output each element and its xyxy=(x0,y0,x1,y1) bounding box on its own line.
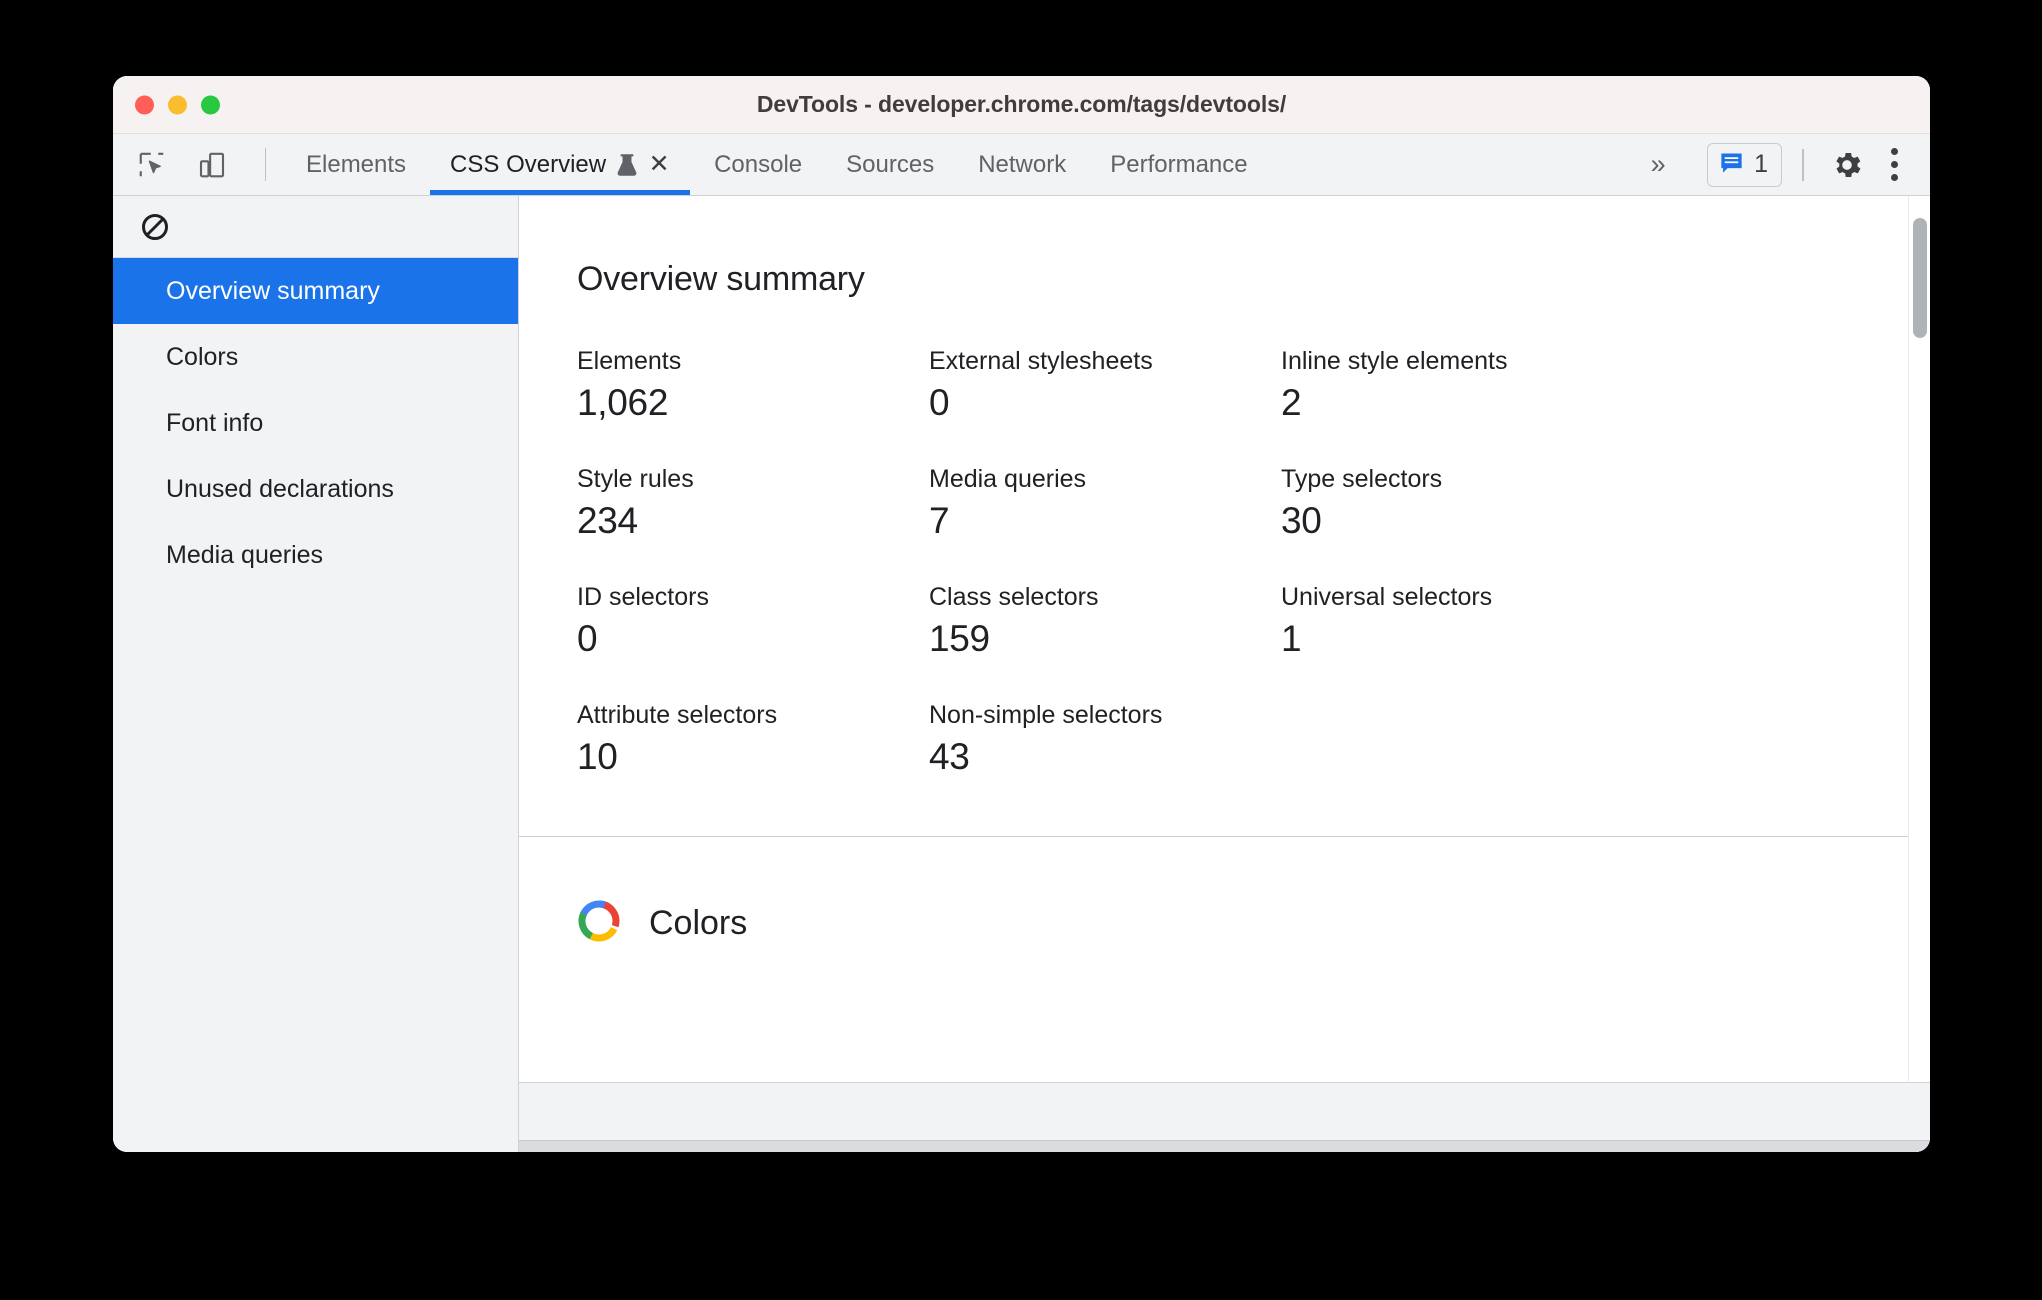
stat-media-queries: Media queries 7 xyxy=(929,465,1281,541)
vertical-scrollbar-thumb[interactable] xyxy=(1913,218,1927,338)
tab-label: CSS Overview xyxy=(450,150,607,178)
device-toolbar-icon[interactable] xyxy=(191,144,233,186)
inspect-cursor-icon[interactable] xyxy=(131,144,173,186)
sidebar-item-label: Media queries xyxy=(166,540,324,569)
stat-label: Non-simple selectors xyxy=(929,700,1163,729)
window-titlebar: DevTools - developer.chrome.com/tags/dev… xyxy=(113,76,1930,134)
stat-value: 1 xyxy=(1281,617,1302,659)
tab-label: Console xyxy=(714,150,803,178)
horizontal-scrollbar-track[interactable] xyxy=(519,1140,1930,1152)
stat-value: 2 xyxy=(1281,382,1302,423)
stat-label: External stylesheets xyxy=(929,347,1153,375)
sidebar-item-label: Colors xyxy=(166,342,239,371)
stat-label: Class selectors xyxy=(929,582,1099,611)
colors-section-header[interactable]: Colors xyxy=(519,837,1930,948)
clear-overview-icon[interactable] xyxy=(135,207,175,247)
tab-elements[interactable]: Elements xyxy=(284,134,428,195)
tab-console[interactable]: Console xyxy=(692,134,824,195)
stat-value: 159 xyxy=(929,617,990,659)
page-title: Overview summary xyxy=(577,260,865,298)
close-tab-button[interactable]: ✕ xyxy=(648,152,670,177)
tab-label: Sources xyxy=(846,150,935,178)
summary-stats-grid: Elements 1,062 External stylesheets 0 In… xyxy=(577,347,1930,776)
sidebar-item-font-info[interactable]: Font info xyxy=(113,390,518,456)
sidebar-item-overview-summary[interactable]: Overview summary xyxy=(113,258,518,324)
window-controls xyxy=(135,95,220,114)
content-scroll-area[interactable]: Overview summary Elements 1,062 External… xyxy=(519,196,1930,1082)
stat-value: 0 xyxy=(577,617,598,659)
overview-summary-section: Overview summary Elements 1,062 External… xyxy=(519,196,1930,830)
sidebar-item-unused-declarations[interactable]: Unused declarations xyxy=(113,456,518,522)
sidebar-item-colors[interactable]: Colors xyxy=(113,324,518,390)
message-count: 1 xyxy=(1754,150,1768,178)
stat-value: 7 xyxy=(929,499,950,541)
stat-value: 234 xyxy=(577,499,638,541)
stat-label: Universal selectors xyxy=(1281,582,1493,611)
toolbar-left-icons xyxy=(113,134,278,195)
css-overview-panel: Overview summary Colors Font info Unused… xyxy=(113,196,1930,1152)
stat-empty-slot xyxy=(1281,701,1930,777)
stat-universal-selectors: Universal selectors 1 xyxy=(1281,583,1930,659)
stat-value: 30 xyxy=(1281,499,1322,541)
stat-value: 1,062 xyxy=(577,382,669,423)
stat-label: Style rules xyxy=(577,464,694,493)
tab-sources[interactable]: Sources xyxy=(824,134,956,195)
stat-value: 10 xyxy=(577,735,618,777)
stat-elements: Elements 1,062 xyxy=(577,347,929,423)
devtools-toolbar: Elements CSS Overview ✕ Console Sources … xyxy=(113,134,1930,196)
toolbar-right-icons: » 1 xyxy=(1633,134,1930,195)
close-window-button[interactable] xyxy=(135,95,154,114)
stat-value: 0 xyxy=(929,382,950,423)
tab-label: Network xyxy=(978,150,1067,178)
experimental-flask-icon xyxy=(616,153,638,177)
tab-performance[interactable]: Performance xyxy=(1088,134,1269,195)
gear-icon[interactable] xyxy=(1824,142,1870,188)
zoom-window-button[interactable] xyxy=(201,95,220,114)
stat-label: Media queries xyxy=(929,464,1087,493)
stat-external-stylesheets: External stylesheets 0 xyxy=(929,347,1281,423)
tab-label: Elements xyxy=(306,150,407,178)
stat-class-selectors: Class selectors 159 xyxy=(929,583,1281,659)
stat-style-rules: Style rules 234 xyxy=(577,465,929,541)
stat-value: 43 xyxy=(929,735,970,777)
css-overview-sidebar: Overview summary Colors Font info Unused… xyxy=(113,196,519,1152)
sidebar-item-media-queries[interactable]: Media queries xyxy=(113,522,518,588)
tab-label: Performance xyxy=(1110,150,1248,178)
stat-label: ID selectors xyxy=(577,582,709,611)
stat-attribute-selectors: Attribute selectors 10 xyxy=(577,701,929,777)
tab-css-overview[interactable]: CSS Overview ✕ xyxy=(428,134,692,195)
stat-non-simple-selectors: Non-simple selectors 43 xyxy=(929,701,1281,777)
color-wheel-icon xyxy=(577,899,621,948)
message-count-badge[interactable]: 1 xyxy=(1707,142,1782,187)
sidebar-item-label: Unused declarations xyxy=(166,474,394,503)
stat-label: Type selectors xyxy=(1281,464,1443,493)
toolbar-separator xyxy=(265,148,266,181)
sidebar-toolbar xyxy=(113,196,518,258)
sidebar-item-label: Font info xyxy=(166,408,264,437)
colors-section-title: Colors xyxy=(649,904,748,943)
stat-label: Inline style elements xyxy=(1281,347,1508,375)
more-vertical-icon[interactable] xyxy=(1876,142,1912,188)
stat-label: Elements xyxy=(577,347,682,375)
devtools-window: DevTools - developer.chrome.com/tags/dev… xyxy=(113,76,1930,1152)
message-bubble-icon xyxy=(1718,149,1745,181)
css-overview-content: Overview summary Elements 1,062 External… xyxy=(519,196,1930,1152)
panel-tabs: Elements CSS Overview ✕ Console Sources … xyxy=(284,134,1270,195)
stat-inline-style-elements: Inline style elements 2 xyxy=(1281,347,1930,423)
stat-id-selectors: ID selectors 0 xyxy=(577,583,929,659)
sidebar-item-label: Overview summary xyxy=(166,276,380,305)
horizontal-scrollbar-area[interactable] xyxy=(519,1082,1930,1152)
window-title: DevTools - developer.chrome.com/tags/dev… xyxy=(756,91,1287,117)
stat-label: Attribute selectors xyxy=(577,700,778,729)
kebab-dots xyxy=(1890,148,1898,181)
tab-network[interactable]: Network xyxy=(956,134,1088,195)
stat-type-selectors: Type selectors 30 xyxy=(1281,465,1930,541)
vertical-scrollbar[interactable] xyxy=(1908,196,1930,1082)
toolbar-right-separator xyxy=(1802,148,1804,181)
more-tabs-chevron-icon[interactable]: » xyxy=(1633,143,1683,187)
minimize-window-button[interactable] xyxy=(168,95,187,114)
